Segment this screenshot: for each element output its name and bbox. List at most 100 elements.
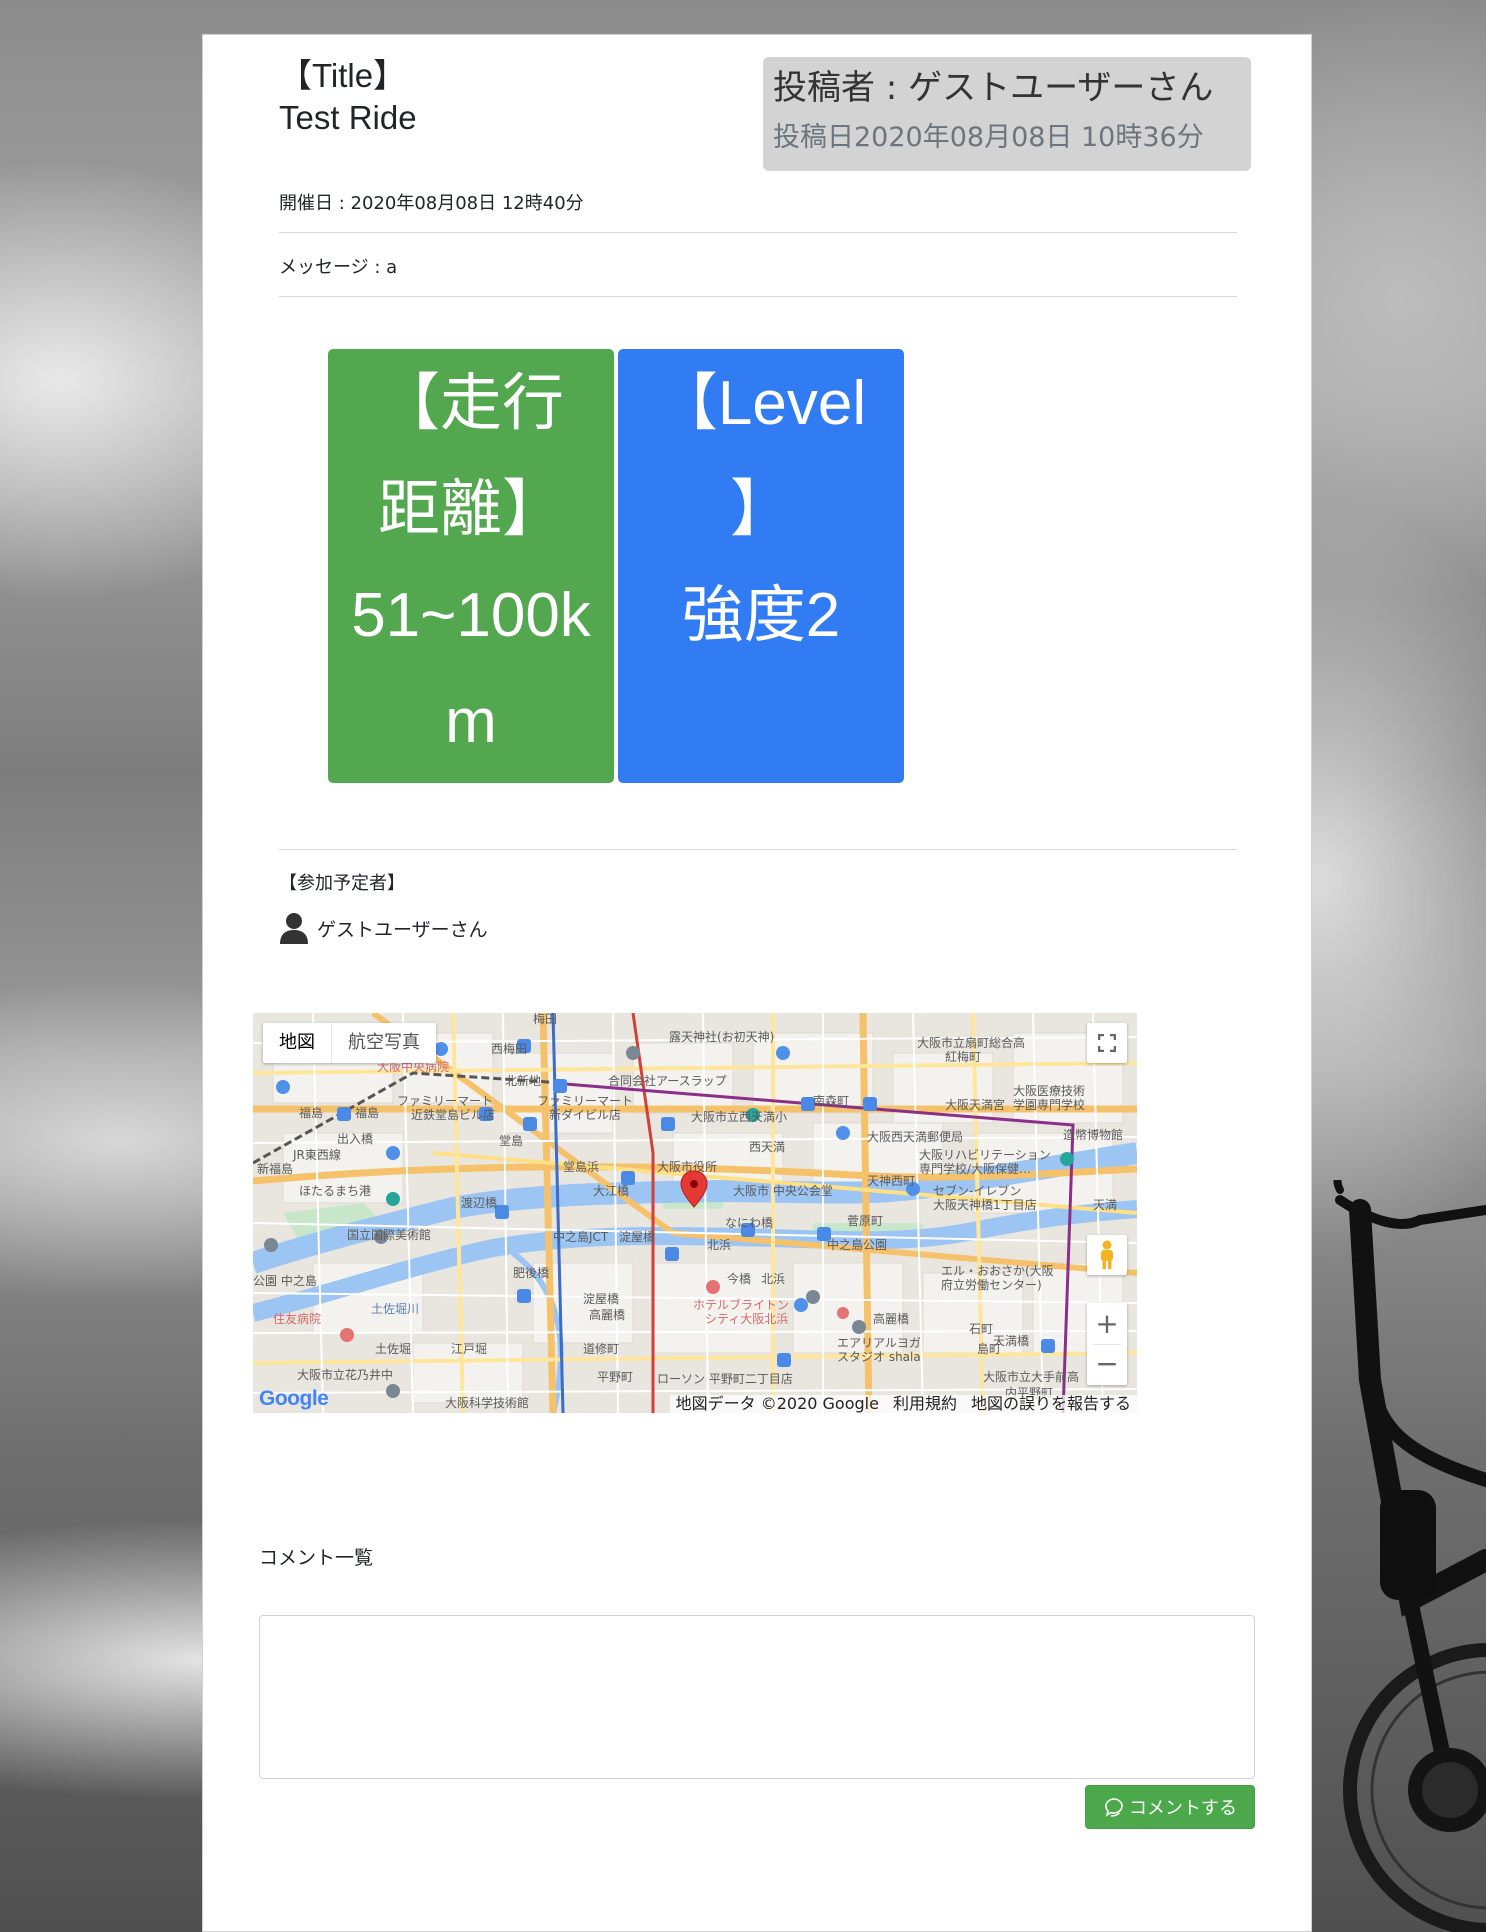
svg-text:大阪市立西天満小: 大阪市立西天満小 xyxy=(691,1109,787,1124)
fullscreen-icon xyxy=(1098,1034,1116,1052)
divider xyxy=(279,296,1237,297)
svg-text:JR東西線: JR東西線 xyxy=(292,1147,341,1162)
svg-text:ホテルブライトン: ホテルブライトン xyxy=(693,1297,789,1312)
comment-submit-label: コメントする xyxy=(1129,1798,1237,1819)
event-title: Test Ride xyxy=(279,99,417,136)
level-tile: 【Level 】 強度2 xyxy=(618,349,904,783)
svg-text:公園 中之島: 公園 中之島 xyxy=(253,1273,317,1288)
pegman-icon xyxy=(1101,1240,1113,1269)
distance-tile-line: 51~100k xyxy=(351,581,591,650)
svg-text:シティ大阪北浜: シティ大阪北浜 xyxy=(705,1312,788,1326)
svg-text:江戸堀: 江戸堀 xyxy=(451,1341,487,1356)
svg-text:スタジオ shala: スタジオ shala xyxy=(837,1350,921,1364)
svg-text:大阪医療技術: 大阪医療技術 xyxy=(1013,1084,1085,1098)
map-attribution: 地図データ ©2020 Google xyxy=(675,1394,879,1413)
svg-text:ローソン 平野町二丁目店: ローソン 平野町二丁目店 xyxy=(657,1372,793,1386)
map-terms-link[interactable]: 利用規約 xyxy=(893,1395,957,1413)
svg-text:土佐堀: 土佐堀 xyxy=(375,1341,411,1356)
svg-text:エアリアルヨガ: エアリアルヨガ xyxy=(837,1336,921,1350)
svg-text:島町: 島町 xyxy=(977,1341,1001,1356)
svg-text:北新地: 北新地 xyxy=(505,1073,541,1088)
zoom-control[interactable]: + − xyxy=(1087,1303,1127,1385)
svg-text:大阪市役所: 大阪市役所 xyxy=(657,1159,717,1174)
svg-text:福島: 福島 xyxy=(299,1105,323,1120)
svg-text:大阪科学技術館: 大阪科学技術館 xyxy=(445,1395,529,1410)
svg-text:大江橋: 大江橋 xyxy=(593,1184,629,1198)
svg-text:菅原町: 菅原町 xyxy=(847,1214,883,1228)
map-attribution-bar: 地図データ ©2020 Google 利用規約 地図の誤りを報告する xyxy=(669,1394,1137,1413)
svg-text:大阪市立大手前高: 大阪市立大手前高 xyxy=(983,1369,1079,1384)
svg-text:合同会社アースラップ: 合同会社アースラップ xyxy=(608,1073,727,1088)
zoom-in-button[interactable]: + xyxy=(1095,1304,1118,1344)
comment-submit-button[interactable]: コメントする xyxy=(1085,1785,1255,1829)
map-report-link[interactable]: 地図の誤りを報告する xyxy=(971,1395,1131,1413)
svg-text:なにわ橋: なにわ橋 xyxy=(725,1216,773,1230)
map-canvas[interactable]: 梅田 西梅田 大阪中央病院 露天神社(お初天神) 大阪市立扇町総合高 紅梅町 北… xyxy=(253,1013,1137,1413)
level-tile-line: 】 xyxy=(729,475,792,544)
street-view-pegman[interactable] xyxy=(1087,1235,1127,1275)
svg-text:ほたるまち港: ほたるまち港 xyxy=(299,1184,371,1198)
svg-text:出入橋: 出入橋 xyxy=(337,1132,373,1146)
author-name: 投稿者 : ゲストユーザーさん xyxy=(773,68,1214,108)
participant-item[interactable]: ゲストユーザーさん xyxy=(279,912,488,944)
svg-text:露天神社(お初天神): 露天神社(お初天神) xyxy=(669,1029,774,1044)
svg-text:石町: 石町 xyxy=(969,1322,993,1336)
map-type-satellite-button[interactable]: 航空写真 xyxy=(331,1023,436,1063)
svg-text:梅田: 梅田 xyxy=(533,1013,557,1026)
svg-text:高麗橋: 高麗橋 xyxy=(589,1307,625,1322)
svg-text:ファミリーマート: ファミリーマート xyxy=(537,1094,633,1108)
svg-text:大阪天満宮: 大阪天満宮 xyxy=(945,1097,1005,1112)
svg-text:渡辺橋: 渡辺橋 xyxy=(461,1195,497,1210)
comment-input[interactable] xyxy=(259,1615,1255,1779)
route-map[interactable]: 梅田 西梅田 大阪中央病院 露天神社(お初天神) 大阪市立扇町総合高 紅梅町 北… xyxy=(253,1013,1137,1413)
map-type-control[interactable]: 地図 航空写真 xyxy=(263,1023,436,1063)
participants-heading: 【参加予定者】 xyxy=(279,873,405,894)
svg-text:天満: 天満 xyxy=(1093,1198,1117,1212)
svg-text:新福島: 新福島 xyxy=(257,1161,293,1176)
fullscreen-button[interactable] xyxy=(1087,1023,1127,1063)
svg-text:天神西町: 天神西町 xyxy=(867,1174,915,1188)
svg-text:紅梅町: 紅梅町 xyxy=(945,1049,981,1064)
google-logo[interactable]: Google xyxy=(259,1387,329,1411)
level-tile-line: 強度2 xyxy=(681,581,841,650)
user-icon xyxy=(280,913,308,944)
comments-heading: コメント一覧 xyxy=(259,1547,374,1569)
svg-text:大阪市 中央公会堂: 大阪市 中央公会堂 xyxy=(733,1183,833,1198)
author-info-box: 投稿者 : ゲストユーザーさん 投稿日2020年08月08日 10時36分 xyxy=(763,57,1251,171)
svg-text:北浜: 北浜 xyxy=(707,1238,731,1252)
svg-text:大阪市立扇町総合高: 大阪市立扇町総合高 xyxy=(917,1035,1025,1050)
event-message: メッセージ : a xyxy=(279,257,398,278)
divider xyxy=(279,232,1237,233)
svg-text:住友病院: 住友病院 xyxy=(273,1311,321,1326)
svg-text:堂島浜: 堂島浜 xyxy=(563,1159,599,1174)
svg-text:エル・おおさか(大阪: エル・おおさか(大阪 xyxy=(941,1264,1054,1278)
svg-text:西天満: 西天満 xyxy=(749,1140,785,1154)
google-logo-text: Google xyxy=(259,1387,329,1410)
svg-text:道修町: 道修町 xyxy=(583,1341,619,1356)
svg-text:大阪西天満郵便局: 大阪西天満郵便局 xyxy=(867,1130,963,1144)
participant-name: ゲストユーザーさん xyxy=(317,918,488,941)
svg-text:堂島: 堂島 xyxy=(499,1133,523,1148)
svg-text:近鉄堂島ビル店: 近鉄堂島ビル店 xyxy=(411,1107,495,1122)
svg-text:大阪天神橋1丁目店: 大阪天神橋1丁目店 xyxy=(933,1198,1037,1212)
svg-text:専門学校/大阪保健…: 専門学校/大阪保健… xyxy=(919,1161,1031,1176)
divider xyxy=(279,849,1237,850)
svg-text:平野町: 平野町 xyxy=(597,1370,633,1384)
svg-text:セブン-イレブン: セブン-イレブン xyxy=(933,1183,1021,1198)
svg-text:学園専門学校: 学園専門学校 xyxy=(1013,1097,1085,1112)
zoom-out-button[interactable]: − xyxy=(1095,1345,1118,1385)
svg-text:府立労働センター): 府立労働センター) xyxy=(941,1277,1042,1292)
svg-text:国立国際美術館: 国立国際美術館 xyxy=(347,1227,431,1242)
svg-text:造幣博物館: 造幣博物館 xyxy=(1063,1127,1123,1142)
title-block: 【Title】 Test Ride xyxy=(279,55,417,139)
svg-text:福島: 福島 xyxy=(355,1105,379,1120)
svg-text:淀屋橋: 淀屋橋 xyxy=(619,1230,655,1244)
map-type-map-button[interactable]: 地図 xyxy=(263,1023,331,1063)
svg-text:西梅田: 西梅田 xyxy=(491,1041,527,1056)
svg-text:大阪市立花乃井中: 大阪市立花乃井中 xyxy=(297,1367,393,1382)
svg-text:高麗橋: 高麗橋 xyxy=(873,1311,909,1326)
event-detail-card: 【Title】 Test Ride 投稿者 : ゲストユーザーさん 投稿日202… xyxy=(202,34,1312,1932)
svg-text:中之島JCT: 中之島JCT xyxy=(553,1229,609,1244)
svg-text:土佐堀川: 土佐堀川 xyxy=(371,1301,419,1316)
comments-icon xyxy=(1105,1798,1123,1817)
